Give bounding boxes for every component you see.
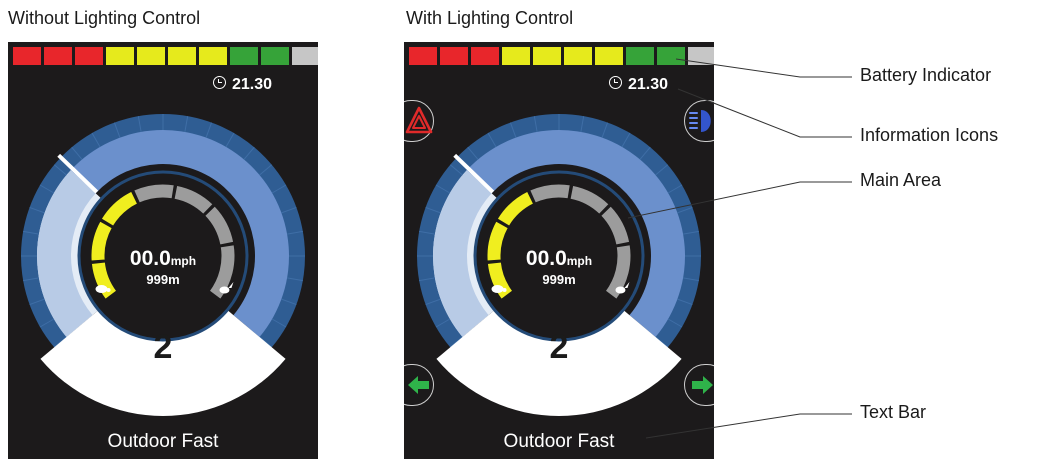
text-bar: Outdoor Fast	[107, 431, 219, 452]
speed-value: 00.0	[525, 247, 567, 270]
callout-text-bar: Text Bar	[860, 402, 927, 422]
left-arrow-icon	[408, 376, 429, 394]
callout-main-area: Main Area	[860, 170, 942, 190]
speed-value: 00.0	[129, 247, 171, 270]
left-indicator-button[interactable]	[404, 364, 434, 406]
distance-readout: 999m	[542, 272, 576, 287]
speed-readout: 00.0mph	[404, 247, 714, 271]
warning-triangle-icon	[405, 106, 433, 134]
profile-number: 2	[549, 328, 569, 366]
right-indicator-button[interactable]	[684, 364, 714, 406]
text-bar: Outdoor Fast	[503, 431, 615, 452]
right-panel-title: With Lighting Control	[406, 8, 574, 28]
headlight-icon	[689, 110, 711, 132]
screen-without-lighting: 21.30 00.0mph 999m 2 Outdoor Fast	[8, 42, 318, 459]
callout-battery-indicator: Battery Indicator	[860, 65, 992, 85]
profile-number: 2	[153, 328, 173, 366]
speed-readout: 00.0mph	[8, 247, 318, 271]
speed-unit: mph	[170, 254, 197, 268]
headlight-button[interactable]	[684, 100, 714, 142]
speed-unit: mph	[566, 254, 593, 268]
callout-information-icons: Information Icons	[860, 125, 999, 145]
right-arrow-icon	[692, 376, 713, 394]
left-panel-title: Without Lighting Control	[8, 8, 201, 28]
screen-with-lighting: 21.30 00.0mph 999m 2 Outdoor Fast	[404, 42, 714, 459]
distance-readout: 999m	[146, 272, 180, 287]
hazard-button[interactable]	[404, 100, 434, 142]
